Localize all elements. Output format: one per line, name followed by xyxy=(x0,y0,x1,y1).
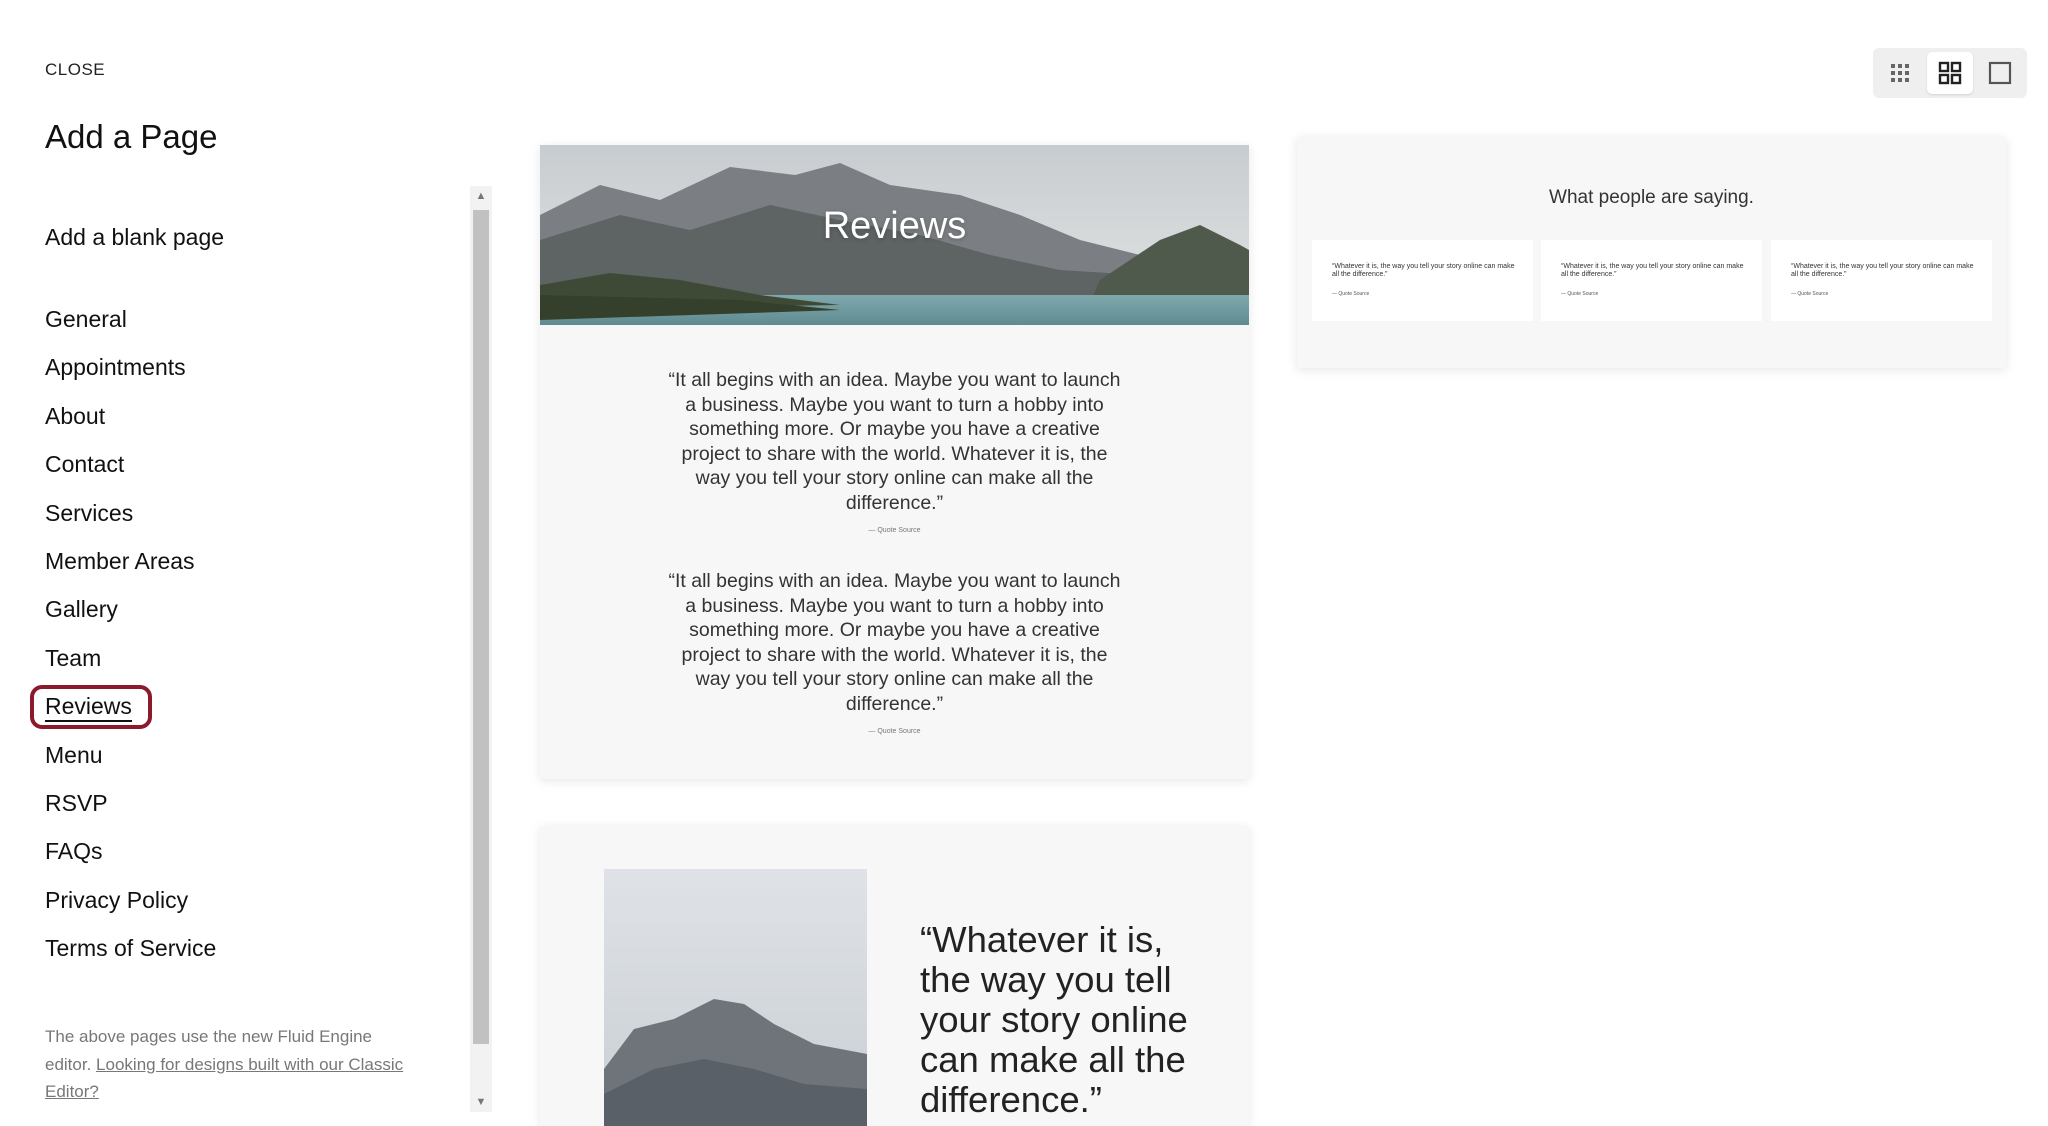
page-type-contact[interactable]: Contact xyxy=(45,445,216,493)
testimonial-card: “Whatever it is, the way you tell your s… xyxy=(1312,240,1533,321)
quote-source: — Quote Source xyxy=(1332,291,1370,297)
small-grid-view-button[interactable] xyxy=(1877,52,1923,94)
classic-editor-link[interactable]: Looking for designs built with our Class… xyxy=(45,1055,403,1102)
quote-source: — Quote Source xyxy=(1791,291,1829,297)
page-type-label: Reviews xyxy=(45,693,132,723)
reviews-layout-preview-3[interactable]: “Whatever it is, the way you tell your s… xyxy=(540,826,1249,1126)
testimonial-quote: “Whatever it is, the way you tell your s… xyxy=(1332,263,1515,278)
single-view-icon xyxy=(1988,61,2012,85)
testimonial-card: “Whatever it is, the way you tell your s… xyxy=(1771,240,1992,321)
page-type-appointments[interactable]: Appointments xyxy=(45,348,216,396)
page-type-label: Appointments xyxy=(45,354,186,381)
section-heading: What people are saying. xyxy=(1549,187,1754,208)
page-type-label: Privacy Policy xyxy=(45,886,189,913)
page-type-team[interactable]: Team xyxy=(45,639,216,687)
testimonial-quote: “Whatever it is, the way you tell your s… xyxy=(1561,263,1744,278)
quote-source: — Quote Source xyxy=(1561,291,1599,297)
hero-mountain-image: Reviews xyxy=(540,145,1249,325)
testimonial-card: “Whatever it is, the way you tell your s… xyxy=(1541,240,1762,321)
testimonial-quote: “It all begins with an idea. Maybe you w… xyxy=(668,369,1121,514)
page-type-privacy-policy[interactable]: Privacy Policy xyxy=(45,881,216,929)
reviews-layout-preview-2[interactable]: What people are saying. “Whatever it is,… xyxy=(1297,137,2006,368)
page-type-menu[interactable]: Menu xyxy=(45,736,216,784)
quote-source: — Quote Source xyxy=(868,728,921,735)
scroll-thumb[interactable] xyxy=(473,210,489,1044)
testimonial-quote: “It all begins with an idea. Maybe you w… xyxy=(668,570,1121,715)
page-type-faqs[interactable]: FAQs xyxy=(45,832,216,880)
page-type-reviews[interactable]: Reviews xyxy=(30,685,216,735)
single-view-button[interactable] xyxy=(1977,52,2023,94)
page-type-label: General xyxy=(45,306,127,332)
page-type-services[interactable]: Services xyxy=(45,494,216,542)
view-size-toggle xyxy=(1873,48,2027,98)
page-type-terms-of-service[interactable]: Terms of Service xyxy=(45,929,216,977)
medium-grid-view-button[interactable] xyxy=(1927,52,1973,94)
page-type-member-areas[interactable]: Member Areas xyxy=(45,542,216,590)
page-type-label: FAQs xyxy=(45,838,103,865)
mountain-photo xyxy=(604,869,867,1126)
page-type-label: Member Areas xyxy=(45,547,195,574)
page-type-gallery[interactable]: Gallery xyxy=(45,590,216,638)
page-type-label: Terms of Service xyxy=(45,935,217,962)
scroll-down-arrow-icon[interactable]: ▼ xyxy=(470,1092,492,1112)
page-type-label: Contact xyxy=(45,451,125,478)
page-type-list: General Appointments About Contact Servi… xyxy=(30,300,216,977)
page-type-about[interactable]: About xyxy=(45,397,216,445)
page-type-label: Menu xyxy=(45,741,103,768)
page-type-label: Team xyxy=(45,644,102,671)
panel-title: Add a Page xyxy=(45,118,218,155)
featured-quote: “Whatever it is, the way you tell your s… xyxy=(920,919,1188,1120)
small-grid-icon xyxy=(1891,64,1909,82)
editor-footnote: The above pages use the new Fluid Engine… xyxy=(45,1023,415,1106)
page-type-label: Gallery xyxy=(45,596,118,623)
panel-scrollbar[interactable]: ▲ ▼ xyxy=(470,186,492,1112)
close-button[interactable]: CLOSE xyxy=(45,60,105,80)
page-type-label: About xyxy=(45,402,106,429)
page-type-label: RSVP xyxy=(45,789,108,816)
page-type-rsvp[interactable]: RSVP xyxy=(45,784,216,832)
scroll-up-arrow-icon[interactable]: ▲ xyxy=(470,186,492,206)
page-type-general[interactable]: General xyxy=(45,300,216,348)
hero-title: Reviews xyxy=(822,205,967,247)
reviews-layout-preview-1[interactable]: Reviews “It all begins with an idea. May… xyxy=(540,145,1249,779)
page-type-label: Services xyxy=(45,499,134,526)
mountain-landscape-image xyxy=(604,869,867,1126)
testimonial-quote: “Whatever it is, the way you tell your s… xyxy=(1791,263,1974,278)
quote-source: — Quote Source xyxy=(868,527,921,534)
add-blank-page-link[interactable]: Add a blank page xyxy=(45,224,224,251)
medium-grid-icon xyxy=(1938,61,1962,85)
